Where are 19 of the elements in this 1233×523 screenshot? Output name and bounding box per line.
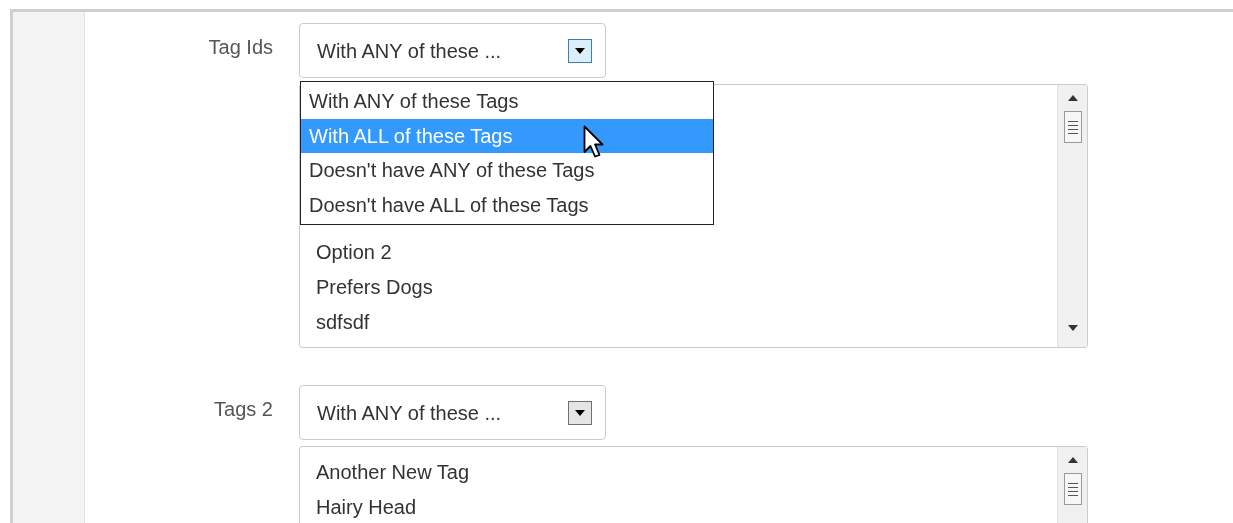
dropdown-option[interactable]: With ANY of these Tags <box>301 84 713 119</box>
scroll-up-icon[interactable] <box>1067 457 1078 463</box>
dropdown-option[interactable]: Doesn't have ALL of these Tags <box>301 187 713 222</box>
scroll-thumb[interactable] <box>1063 473 1082 505</box>
field-label: Tags 2 <box>214 398 273 420</box>
dropdown-select[interactable]: With ANY of these ... <box>299 23 606 78</box>
list-option[interactable]: Another New Tag <box>316 455 470 490</box>
dropdown-option[interactable]: Doesn't have ANY of these Tags <box>301 153 713 188</box>
list-option[interactable]: Hairy Head <box>316 490 417 523</box>
field-label: Tag Ids <box>208 36 273 58</box>
scroll-up-icon[interactable] <box>1067 95 1078 101</box>
list-option[interactable]: Option 2 <box>316 235 392 270</box>
scrollbar[interactable] <box>1057 85 1087 347</box>
list-option[interactable]: sdfsdf <box>316 305 370 340</box>
list-option[interactable]: Prefers Dogs <box>316 270 433 305</box>
scroll-thumb[interactable] <box>1063 111 1082 143</box>
dropdown-select[interactable]: With ANY of these ... <box>299 385 606 440</box>
tag-listbox[interactable]: Another New Tag Hairy Head <box>299 446 1088 523</box>
scroll-down-icon[interactable] <box>1067 325 1078 331</box>
